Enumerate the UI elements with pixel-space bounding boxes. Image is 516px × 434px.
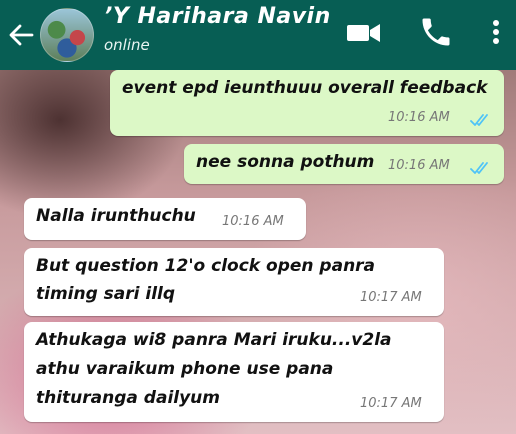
more-vert-icon[interactable] xyxy=(486,14,506,50)
message-bubble-incoming[interactable]: Athukaga wi8 panra Mari iruku...v2la ath… xyxy=(24,322,444,422)
message-time: 10:16 AM xyxy=(388,110,450,125)
message-bubble-outgoing[interactable]: event epd ieunthuuu overall feedback 10:… xyxy=(110,70,504,136)
avatar[interactable] xyxy=(40,8,94,62)
message-time: 10:16 AM xyxy=(222,214,284,229)
double-check-icon xyxy=(470,112,492,126)
message-text: timing sari illq xyxy=(36,284,176,304)
contact-name[interactable]: ’Y Harihara Navin xyxy=(104,4,331,29)
contact-status: online xyxy=(104,36,150,54)
message-bubble-outgoing[interactable]: nee sonna pothum 10:16 AM xyxy=(184,144,504,184)
video-call-icon[interactable] xyxy=(344,18,384,48)
message-text: event epd ieunthuuu overall feedback xyxy=(122,78,488,98)
message-text: But question 12'o clock open panra xyxy=(36,256,376,276)
message-time: 10:17 AM xyxy=(360,396,422,411)
message-text: Nalla irunthuchu xyxy=(36,206,196,226)
message-text: nee sonna pothum xyxy=(196,152,375,172)
phone-icon[interactable] xyxy=(418,14,454,50)
message-time: 10:16 AM xyxy=(388,158,450,173)
message-bubble-incoming[interactable]: But question 12'o clock open panra timin… xyxy=(24,248,444,316)
back-arrow-icon[interactable] xyxy=(6,20,36,50)
message-bubble-incoming[interactable]: Nalla irunthuchu 10:16 AM xyxy=(24,198,306,240)
message-text: athu varaikum phone use pana xyxy=(36,359,334,379)
message-text: thituranga dailyum xyxy=(36,388,220,408)
double-check-icon xyxy=(470,160,492,174)
message-text: Athukaga wi8 panra Mari iruku...v2la xyxy=(36,330,392,350)
chat-header: ’Y Harihara Navin online xyxy=(0,0,516,70)
message-time: 10:17 AM xyxy=(360,290,422,305)
